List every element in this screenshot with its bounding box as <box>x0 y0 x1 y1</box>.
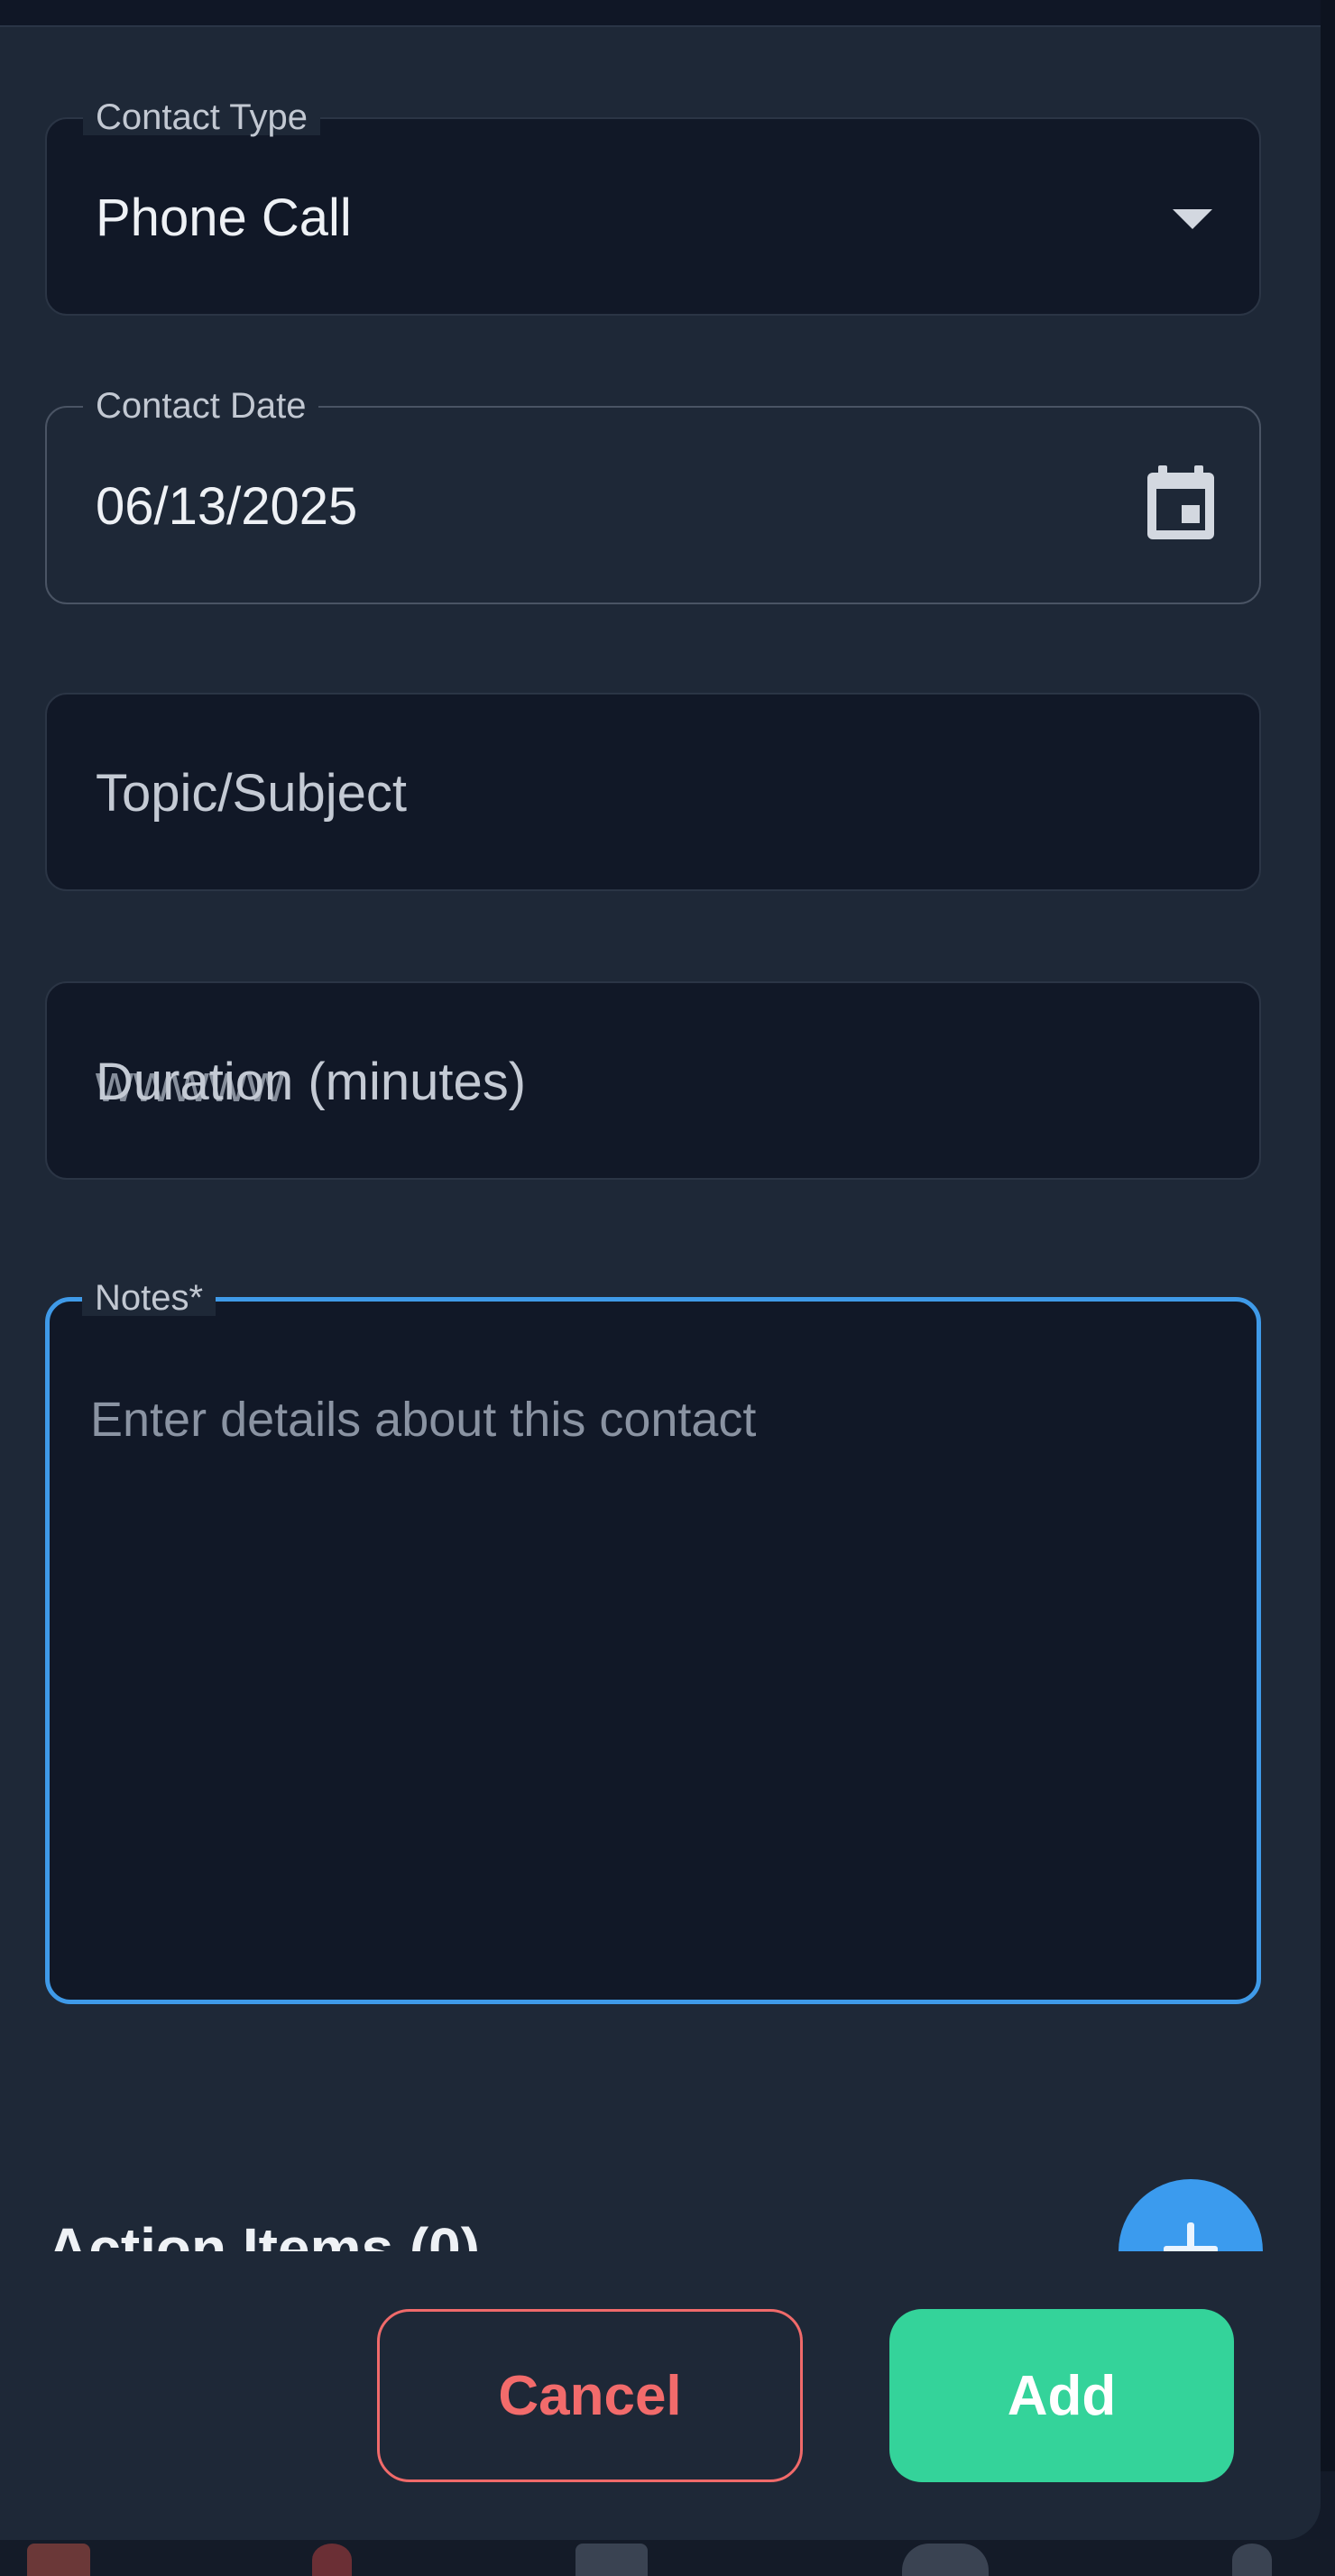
add-button[interactable]: Add <box>889 2309 1234 2482</box>
action-items-title: Action Items (0) <box>47 2216 481 2251</box>
add-action-item-button[interactable] <box>1119 2179 1263 2251</box>
home-icon[interactable] <box>27 2544 90 2576</box>
contact-date-field[interactable]: Contact Date 06/13/2025 <box>45 388 1261 604</box>
calendar-icon[interactable] <box>1146 465 1216 541</box>
contact-date-value: 06/13/2025 <box>96 477 358 536</box>
topic-placeholder: Topic/Subject <box>96 764 407 823</box>
notes-label: Notes* <box>82 1280 216 1316</box>
add-contact-dialog: Contact Type Phone Call Contact Date 06/… <box>0 27 1321 2540</box>
cancel-button[interactable]: Cancel <box>377 2309 803 2482</box>
bottom-navigation <box>0 2540 1335 2576</box>
contact-date-label: Contact Date <box>83 388 319 424</box>
duration-placeholder: Duration (minutes) <box>96 1053 527 1111</box>
contact-type-label: Contact Type <box>83 99 320 135</box>
group-icon[interactable] <box>902 2544 989 2576</box>
scrollbar[interactable] <box>1321 0 1335 2471</box>
notes-textarea[interactable] <box>90 1392 1173 1933</box>
book-icon[interactable] <box>575 2544 648 2576</box>
chevron-down-icon[interactable] <box>1173 209 1212 229</box>
account-icon[interactable] <box>1232 2544 1272 2576</box>
contact-type-select[interactable]: Contact Type Phone Call <box>45 99 1261 316</box>
duration-field[interactable]: wwwww Duration (minutes) <box>45 981 1261 1180</box>
header-bar <box>0 0 1335 27</box>
notes-field[interactable]: Notes* <box>45 1280 1261 2004</box>
profile-icon[interactable] <box>312 2544 352 2576</box>
contact-type-value: Phone Call <box>96 189 352 247</box>
topic-field[interactable]: Topic/Subject <box>45 693 1261 891</box>
action-items-section: Action Items (0) <box>0 2147 1321 2251</box>
